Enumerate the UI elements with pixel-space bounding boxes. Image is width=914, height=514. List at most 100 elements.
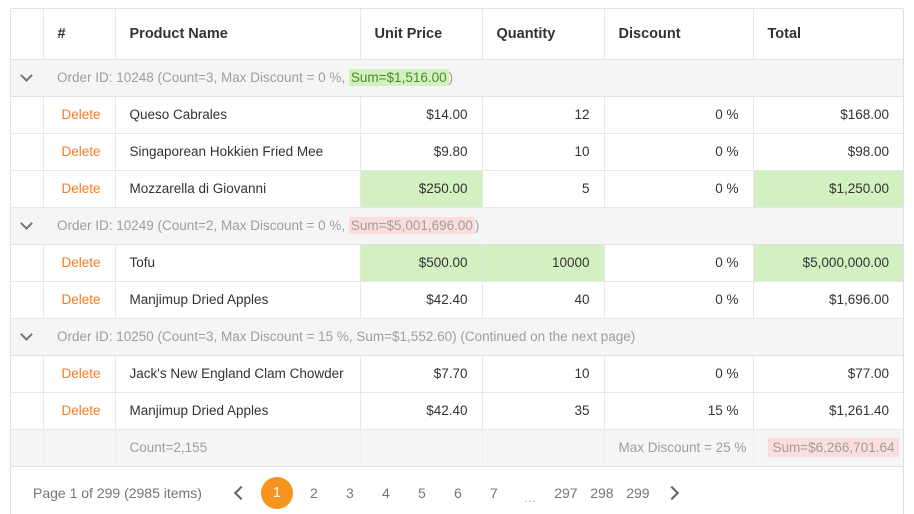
cell-discount: 0 % [604,170,754,208]
page-button-298[interactable]: 298 [587,478,617,508]
delete-button[interactable]: Delete [61,366,100,381]
cell-quantity: 35 [482,392,605,430]
group-expand-toggle[interactable] [11,58,43,97]
delete-button[interactable]: Delete [61,255,100,270]
table-row[interactable]: Delete Manjimup Dried Apples $42.40 35 1… [11,392,903,430]
chevron-right-icon[interactable] [660,479,688,507]
footer-sum: Sum=$6,266,701.64 [767,438,900,457]
footer-count: Count=2,155 [115,429,361,467]
cell-unit-price: $42.40 [360,392,483,430]
cell-quantity: 10000 [482,244,605,282]
grid-body: Order ID: 10248 (Count=3, Max Discount =… [11,58,903,467]
cell-total: $77.00 [753,355,903,393]
cell-quantity: 12 [482,96,605,134]
page-ellipsis: … [523,490,536,505]
table-row[interactable]: Delete Manjimup Dried Apples $42.40 40 0… [11,281,903,319]
group-suffix-text: ) [448,70,454,85]
footer-quantity-cell [482,429,605,467]
column-header-quantity[interactable]: Quantity [482,9,605,60]
row-delete-cell[interactable]: Delete [43,170,116,208]
table-row[interactable]: Delete Jack's New England Clam Chowder $… [11,355,903,393]
orders-grid: # Product Name Unit Price Quantity Disco… [11,9,903,467]
footer-sum-cell: Sum=$6,266,701.64 [753,429,903,467]
delete-button[interactable]: Delete [61,403,100,418]
group-suffix-text: ) [474,218,480,233]
page-button-299[interactable]: 299 [623,478,653,508]
page-button-5[interactable]: 5 [407,478,437,508]
group-summary-text: Order ID: 10248 (Count=3, Max Discount =… [43,69,454,86]
row-delete-cell[interactable]: Delete [43,96,116,134]
group-prefix-text: Order ID: 10248 (Count=3, Max Discount =… [57,70,349,85]
grid-footer-row: Count=2,155 Max Discount = 25 % Sum=$6,2… [11,429,903,467]
row-delete-cell[interactable]: Delete [43,355,116,393]
cell-quantity: 10 [482,133,605,171]
table-row[interactable]: Delete Mozzarella di Giovanni $250.00 5 … [11,170,903,208]
cell-total: $168.00 [753,96,903,134]
group-header-row[interactable]: Order ID: 10248 (Count=3, Max Discount =… [11,58,903,97]
group-sum-highlight: Sum=$5,001,696.00 [348,217,475,234]
column-header-discount[interactable]: Discount [604,9,754,60]
cell-unit-price: $7.70 [360,355,483,393]
cell-product-name: Manjimup Dried Apples [115,392,361,430]
row-delete-cell[interactable]: Delete [43,392,116,430]
group-expand-toggle[interactable] [11,317,43,356]
row-delete-cell[interactable]: Delete [43,133,116,171]
footer-expand-cell [11,429,44,467]
table-row[interactable]: Delete Tofu $500.00 10000 0 % $5,000,000… [11,244,903,282]
group-summary-text: Order ID: 10250 (Count=3, Max Discount =… [57,329,636,344]
cell-unit-price: $14.00 [360,96,483,134]
table-row[interactable]: Delete Queso Cabrales $14.00 12 0 % $168… [11,96,903,134]
group-summary-text: Order ID: 10249 (Count=2, Max Discount =… [43,217,480,234]
cell-discount: 0 % [604,281,754,319]
chevron-down-icon[interactable] [20,69,34,83]
cell-unit-price: $500.00 [360,244,483,282]
row-delete-cell[interactable]: Delete [43,281,116,319]
header-row: # Product Name Unit Price Quantity Disco… [11,9,903,60]
cell-product-name: Queso Cabrales [115,96,361,134]
page-button-4[interactable]: 4 [371,478,401,508]
page-button-297[interactable]: 297 [551,478,581,508]
group-header-cell: Order ID: 10248 (Count=3, Max Discount =… [43,58,903,97]
delete-button[interactable]: Delete [61,144,100,159]
delete-button[interactable]: Delete [61,107,100,122]
delete-button[interactable]: Delete [61,181,100,196]
page-button-3[interactable]: 3 [335,478,365,508]
cell-total: $1,250.00 [753,170,903,208]
pagination-bar: Page 1 of 299 (2985 items) 1 2 3 4 5 6 7… [11,466,903,514]
chevron-down-icon[interactable] [20,328,34,342]
group-header-row[interactable]: Order ID: 10250 (Count=3, Max Discount =… [11,317,903,356]
delete-button[interactable]: Delete [61,292,100,307]
chevron-left-icon[interactable] [226,479,254,507]
column-header-product-name[interactable]: Product Name [115,9,361,60]
row-expand-cell [11,355,44,393]
pagination-info: Page 1 of 299 (2985 items) [33,484,202,501]
group-header-cell: Order ID: 10249 (Count=2, Max Discount =… [43,206,903,245]
page-button-7[interactable]: 7 [479,478,509,508]
chevron-down-icon[interactable] [20,217,34,231]
footer-number-cell [43,429,116,467]
cell-unit-price: $9.80 [360,133,483,171]
cell-discount: 0 % [604,96,754,134]
cell-unit-price: $42.40 [360,281,483,319]
column-header-unit-price[interactable]: Unit Price [360,9,483,60]
cell-discount: 0 % [604,355,754,393]
row-delete-cell[interactable]: Delete [43,244,116,282]
grid-page: # Product Name Unit Price Quantity Disco… [0,0,914,514]
group-expand-toggle[interactable] [11,206,43,245]
page-button-2[interactable]: 2 [299,478,329,508]
row-expand-cell [11,133,44,171]
column-header-total[interactable]: Total [753,9,903,60]
cell-product-name: Mozzarella di Giovanni [115,170,361,208]
cell-quantity: 40 [482,281,605,319]
column-header-number[interactable]: # [43,9,116,60]
group-header-row[interactable]: Order ID: 10249 (Count=2, Max Discount =… [11,206,903,245]
page-button-6[interactable]: 6 [443,478,473,508]
cell-discount: 0 % [604,244,754,282]
data-grid-card: # Product Name Unit Price Quantity Disco… [10,8,904,514]
row-expand-cell [11,392,44,430]
group-sum-highlight: Sum=$1,516.00 [348,69,449,86]
row-expand-cell [11,244,44,282]
cell-discount: 15 % [604,392,754,430]
table-row[interactable]: Delete Singaporean Hokkien Fried Mee $9.… [11,133,903,171]
page-button-1[interactable]: 1 [260,476,293,509]
